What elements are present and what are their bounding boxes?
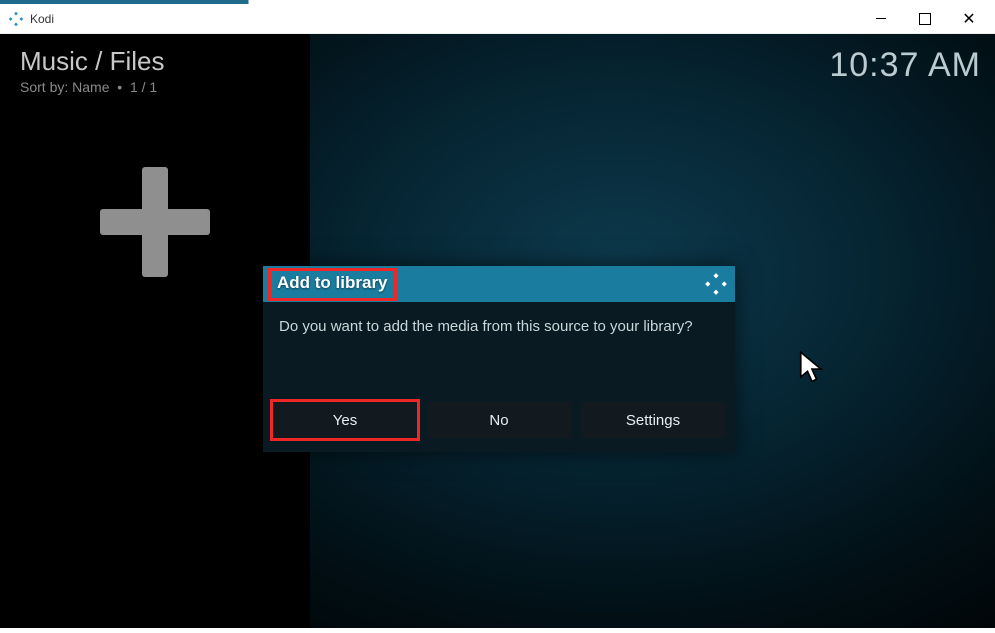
add-source-tile[interactable] xyxy=(0,167,310,277)
no-button[interactable]: No xyxy=(427,402,571,438)
window-controls: ✕ xyxy=(859,4,991,34)
kodi-logo-icon xyxy=(705,273,727,295)
kodi-app-icon xyxy=(8,11,24,27)
dialog-header: Add to library xyxy=(263,266,735,302)
breadcrumb[interactable]: Music / Files xyxy=(20,46,290,77)
clock: 10:37 AM xyxy=(829,46,981,85)
add-to-library-dialog: Add to library Do you want to add the me… xyxy=(263,266,735,452)
dialog-actions: Yes No Settings xyxy=(263,402,735,452)
maximize-button[interactable] xyxy=(903,4,947,34)
dialog-title: Add to library xyxy=(277,273,388,292)
yes-button[interactable]: Yes xyxy=(273,402,417,438)
dialog-title-highlight: Add to library xyxy=(268,268,397,301)
sort-label: Sort by: Name xyxy=(20,79,109,95)
window-title: Kodi xyxy=(30,12,859,26)
breadcrumb-area: Music / Files Sort by: Name • 1 / 1 xyxy=(0,34,310,97)
page-position: 1 / 1 xyxy=(130,79,157,95)
dialog-message: Do you want to add the media from this s… xyxy=(263,302,735,402)
window-titlebar: Kodi ✕ xyxy=(0,4,995,34)
sort-info[interactable]: Sort by: Name • 1 / 1 xyxy=(20,79,290,95)
minimize-button[interactable] xyxy=(859,4,903,34)
close-button[interactable]: ✕ xyxy=(947,4,991,34)
plus-icon xyxy=(100,167,210,277)
app-body: Music / Files Sort by: Name • 1 / 1 10:3… xyxy=(0,34,995,628)
settings-button[interactable]: Settings xyxy=(581,402,725,438)
